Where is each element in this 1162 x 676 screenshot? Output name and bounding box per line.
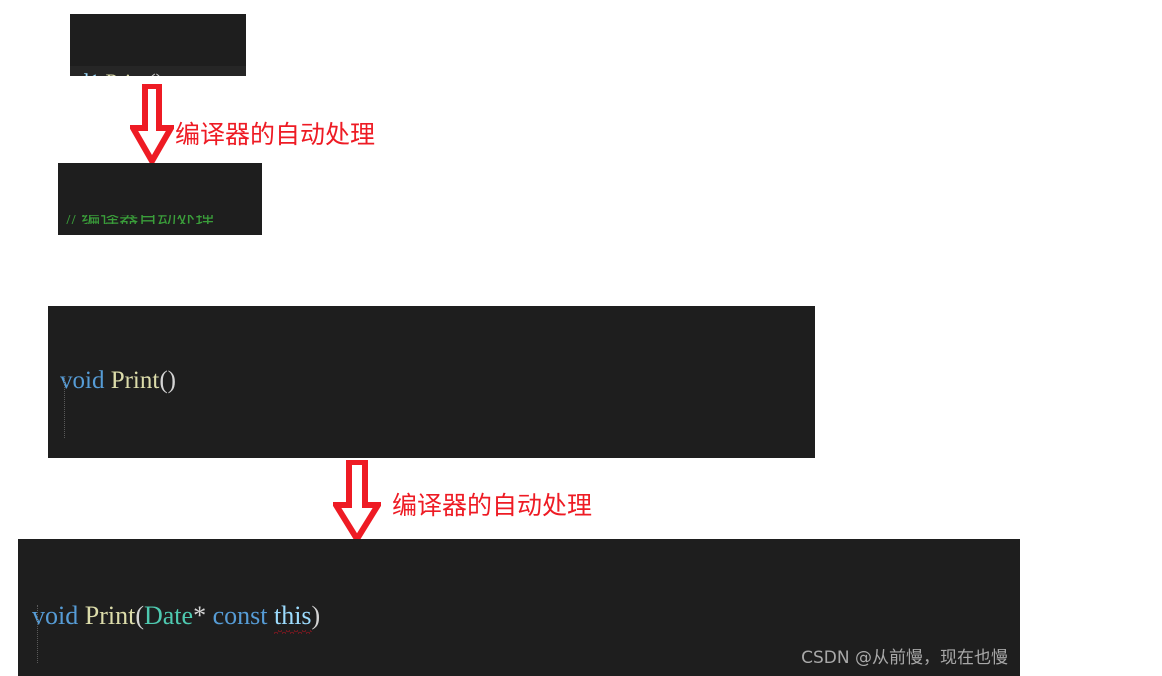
indent-guide bbox=[64, 378, 65, 438]
error-squiggle: this bbox=[273, 601, 312, 630]
code-line[interactable]: d1.Print(); bbox=[70, 66, 246, 76]
code-block-caller-before[interactable]: d1.Print(); d2.Print(); bbox=[70, 14, 246, 76]
code-block-member-after[interactable]: void Print(Date* const this) { cout << t… bbox=[18, 539, 1020, 676]
screenshot-root: d1.Print(); d2.Print(); 编译器的自动处理 // 编译器自… bbox=[0, 0, 1162, 676]
annotation-compiler-auto-2: 编译器的自动处理 bbox=[392, 491, 593, 520]
indent-guide bbox=[37, 605, 38, 663]
code-line[interactable]: { bbox=[48, 456, 815, 458]
code-comment-clipped: // 编译器自动处理 bbox=[58, 215, 262, 224]
code-block-caller-after[interactable]: // 编译器自动处理 d1.Print(&d1); d2.Print(&d2); bbox=[58, 163, 262, 235]
down-arrow-icon-2 bbox=[333, 460, 381, 542]
csdn-watermark: CSDN @从前慢，现在也慢 bbox=[801, 648, 1008, 668]
code-block-member-before[interactable]: void Print() { cout << _year << "-" << _… bbox=[48, 306, 815, 458]
down-arrow-icon-1 bbox=[130, 84, 174, 164]
code-line[interactable]: void Print(Date* const this) bbox=[18, 599, 1020, 633]
code-line[interactable]: void Print() bbox=[48, 362, 815, 400]
annotation-compiler-auto-1: 编译器的自动处理 bbox=[175, 120, 376, 149]
